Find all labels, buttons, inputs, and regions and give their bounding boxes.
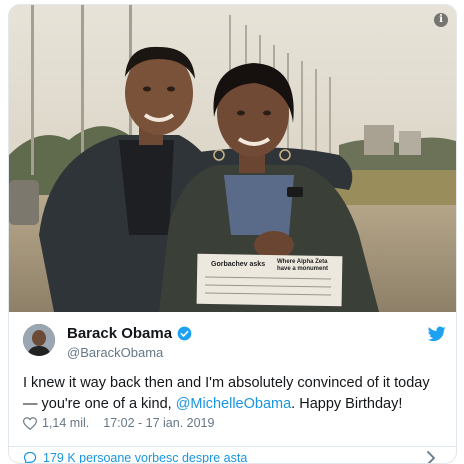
newspaper-headline-right: Where Alpha Zeta have a monument [277,259,329,272]
verified-badge-icon [177,326,192,341]
tweet-body: Barack Obama @BarackObama I knew it way … [9,312,456,463]
like-count[interactable]: 1,14 mil. [42,416,89,430]
tweet-text-part2: . Happy Birthday! [291,396,403,412]
conversation-link[interactable]: 179 K persoane vorbesc despre asta [23,451,247,463]
mention-link[interactable]: @MichelleObama [176,396,291,412]
newspaper-headline-left: Gorbachev asks [211,261,266,268]
tweet-text: I knew it way back then and I'm absolute… [23,373,443,415]
heart-icon[interactable] [23,416,37,430]
divider [9,446,456,447]
avatar[interactable] [23,324,55,356]
author-name-row[interactable]: Barack Obama [67,325,192,342]
speech-bubble-icon [23,451,37,463]
info-icon[interactable]: i [434,13,448,27]
twitter-bird-icon[interactable] [428,326,446,342]
tweet-timestamp[interactable]: 17:02 - 17 ian. 2019 [103,416,214,430]
tweet-meta: 1,14 mil. 17:02 - 17 ian. 2019 [23,416,214,430]
author-name[interactable]: Barack Obama [67,325,172,342]
tweet-photo[interactable]: Gorbachev asks Where Alpha Zeta have a m… [9,5,456,312]
chevron-right-icon[interactable] [426,451,436,464]
conversation-text[interactable]: 179 K persoane vorbesc despre asta [43,451,247,463]
tweet-embed-card: Gorbachev asks Where Alpha Zeta have a m… [8,4,457,464]
author-handle[interactable]: @BarackObama [67,345,163,360]
